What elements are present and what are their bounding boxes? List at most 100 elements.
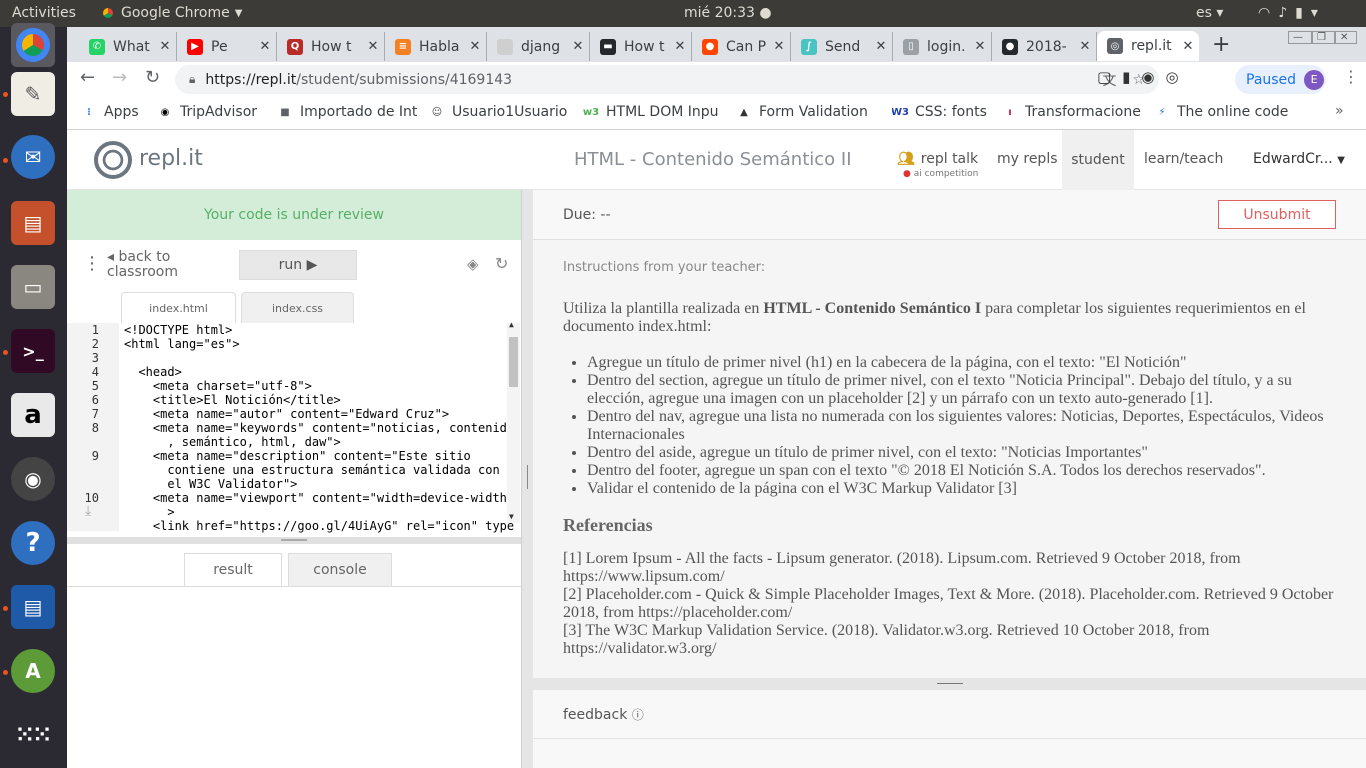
close-tab-icon[interactable]: ✕ — [669, 39, 691, 54]
panel-divider[interactable] — [521, 190, 533, 768]
browser-tab[interactable]: ▯ login. ✕ — [893, 32, 992, 61]
feedback-label[interactable]: feedback ⓘ — [563, 706, 644, 723]
thunderbird-icon[interactable]: ✉ — [11, 135, 55, 179]
code-line: > — [124, 505, 175, 519]
result-tab[interactable]: result — [184, 553, 282, 586]
bookmark-icon: ◉ — [160, 106, 170, 118]
close-tab-icon[interactable]: ✕ — [254, 39, 276, 54]
close-tab-icon[interactable]: ✕ — [1074, 39, 1096, 54]
nav-student[interactable]: student — [1062, 130, 1134, 190]
bookmark-item[interactable]: ■ Importado de Int — [277, 104, 417, 120]
forward-arrow-icon[interactable]: → — [112, 67, 127, 88]
package-icon[interactable]: ◈ — [467, 255, 479, 273]
clock[interactable]: mié 20:33 ● — [684, 5, 772, 21]
close-tab-icon[interactable]: ✕ — [464, 39, 486, 54]
bookmark-item[interactable]: W3 CSS: fonts — [892, 104, 987, 120]
scroll-down-icon[interactable]: ▼ — [509, 512, 514, 521]
files-icon[interactable]: ▭ — [11, 265, 55, 309]
more-options-icon[interactable]: ⋮ — [83, 253, 101, 274]
android-studio-icon[interactable]: A — [11, 649, 55, 693]
code-line: <html lang="es"> — [124, 337, 240, 351]
file-tab-css[interactable]: index.css — [241, 292, 354, 323]
language-indicator[interactable]: es ▾ — [1196, 5, 1223, 21]
browser-tab[interactable]: ▶ Pe ✕ — [177, 32, 277, 61]
browser-tab[interactable]: ∫ Send ✕ — [791, 32, 893, 61]
close-tab-icon[interactable]: ✕ — [969, 39, 991, 54]
close-tab-icon[interactable]: ✕ — [1177, 39, 1199, 54]
browser-tab[interactable]: ≡ Habla ✕ — [385, 32, 487, 61]
extension-icons[interactable]: ▢▮◉◎ — [1097, 68, 1190, 86]
repl-logo-icon[interactable] — [94, 141, 132, 179]
editor-resize-handle[interactable] — [67, 537, 521, 544]
amazon-icon[interactable]: a — [11, 393, 55, 437]
code-editor[interactable]: 1 2 3 4 5 6 7 8 9 10 <!DOCTYPE html> <html lang="es… — [67, 320, 521, 537]
new-tab-button[interactable]: + — [1212, 32, 1230, 57]
close-tab-icon[interactable]: ✕ — [362, 39, 384, 54]
close-tab-icon[interactable]: ✕ — [154, 39, 176, 54]
help-icon[interactable]: ? — [11, 521, 55, 565]
bookmark-item[interactable]: ⁝ Apps — [81, 104, 139, 120]
repl-logo-text[interactable]: repl.it — [139, 146, 203, 171]
bookmark-item[interactable]: ⚡ The online code — [1154, 104, 1288, 120]
maximize-icon[interactable]: ❐ — [1312, 31, 1335, 44]
scrollbar-thumb[interactable] — [509, 337, 518, 387]
bookmark-item[interactable]: ◉ TripAdvisor — [157, 104, 257, 120]
music-player-icon[interactable]: ◉ — [11, 457, 55, 501]
repl-talk-link[interactable]: 👥︎ repl talk — [897, 151, 978, 167]
bookmark-item[interactable]: w3 HTML DOM Inpu — [583, 104, 719, 120]
system-tray[interactable]: ◠♪▮▾ — [1258, 5, 1326, 21]
unsubmit-button[interactable]: Unsubmit — [1218, 200, 1336, 229]
window-controls[interactable]: — ❐ ✕ — [1288, 31, 1358, 44]
presentation-icon[interactable]: ▤ — [11, 201, 55, 245]
bookmark-item[interactable]: ı Transformacione — [1002, 104, 1141, 120]
app-menu[interactable]: Google Chrome ▼ — [100, 5, 242, 21]
more-bookmarks-icon[interactable]: » — [1335, 103, 1344, 119]
back-to-classroom-link[interactable]: ◂ back to classroom — [107, 250, 227, 280]
user-menu[interactable]: EdwardCr... ▼ — [1253, 151, 1345, 167]
running-indicator — [3, 158, 8, 163]
close-tab-icon[interactable]: ✕ — [567, 39, 589, 54]
tab-label: repl.it — [1131, 38, 1172, 54]
browser-tab[interactable]: djang ✕ — [487, 32, 590, 61]
document-icon[interactable]: ▤ — [11, 585, 55, 629]
intro-text: Utiliza la plantilla realizada en — [563, 300, 764, 317]
run-button[interactable]: run ▶ — [239, 250, 357, 280]
nav-learn-teach[interactable]: learn/teach — [1144, 151, 1223, 167]
notes-icon[interactable]: ✎ — [11, 72, 55, 116]
paused-profile-button[interactable]: Paused E — [1235, 65, 1326, 94]
reload-icon[interactable]: ↻ — [145, 67, 160, 88]
terminal-icon[interactable]: >_ — [11, 329, 55, 373]
review-status-text: Your code is under review — [204, 207, 384, 223]
editor-scrollbar[interactable]: ▲ ▼ — [507, 320, 520, 523]
chrome-launcher-icon[interactable] — [11, 23, 55, 67]
browser-tab[interactable]: ✆ What ✕ — [79, 32, 177, 61]
bookmark-label: Apps — [104, 104, 139, 120]
browser-tab[interactable]: ▬ How t ✕ — [590, 32, 692, 61]
activities-button[interactable]: Activities — [12, 5, 76, 21]
due-bar: Due: -- Unsubmit — [533, 190, 1366, 240]
close-tab-icon[interactable]: ✕ — [768, 39, 790, 54]
address-bar[interactable]: 🔒︎ https://repl.it /student/submissions/… — [175, 65, 1159, 94]
app-grid-icon[interactable]: ⁙⁙ — [11, 713, 55, 757]
kebab-menu-icon[interactable]: ⋮ — [1343, 67, 1359, 86]
close-window-icon[interactable]: ✕ — [1334, 31, 1358, 44]
running-indicator — [3, 606, 8, 611]
download-icon[interactable]: ⤓ — [85, 503, 91, 519]
bookmark-item[interactable]: ☺ Usuario1Usuario — [429, 104, 568, 120]
close-tab-icon[interactable]: ✕ — [870, 39, 892, 54]
file-tab-html[interactable]: index.html — [121, 292, 236, 323]
scroll-up-icon[interactable]: ▲ — [509, 320, 514, 329]
bookmark-item[interactable]: ▲ Form Validation — [736, 104, 868, 120]
browser-tab[interactable]: ● Can P ✕ — [692, 32, 791, 61]
tab-active[interactable]: ◎ repl.it ✕ — [1097, 31, 1199, 61]
tab-favicon-icon: ▬ — [600, 38, 616, 55]
nav-my-repls[interactable]: my repls — [997, 151, 1058, 167]
back-arrow-icon[interactable]: ← — [80, 67, 95, 88]
refresh-icon[interactable]: ↻ — [495, 254, 508, 273]
result-tab-label: result — [213, 562, 253, 578]
console-tab[interactable]: console — [288, 553, 392, 586]
minimize-icon[interactable]: — — [1288, 31, 1312, 44]
browser-tab[interactable]: Q How t ✕ — [277, 32, 385, 61]
feedback-resize-handle[interactable] — [533, 678, 1366, 690]
browser-tab[interactable]: ● 2018- ✕ — [992, 32, 1097, 61]
